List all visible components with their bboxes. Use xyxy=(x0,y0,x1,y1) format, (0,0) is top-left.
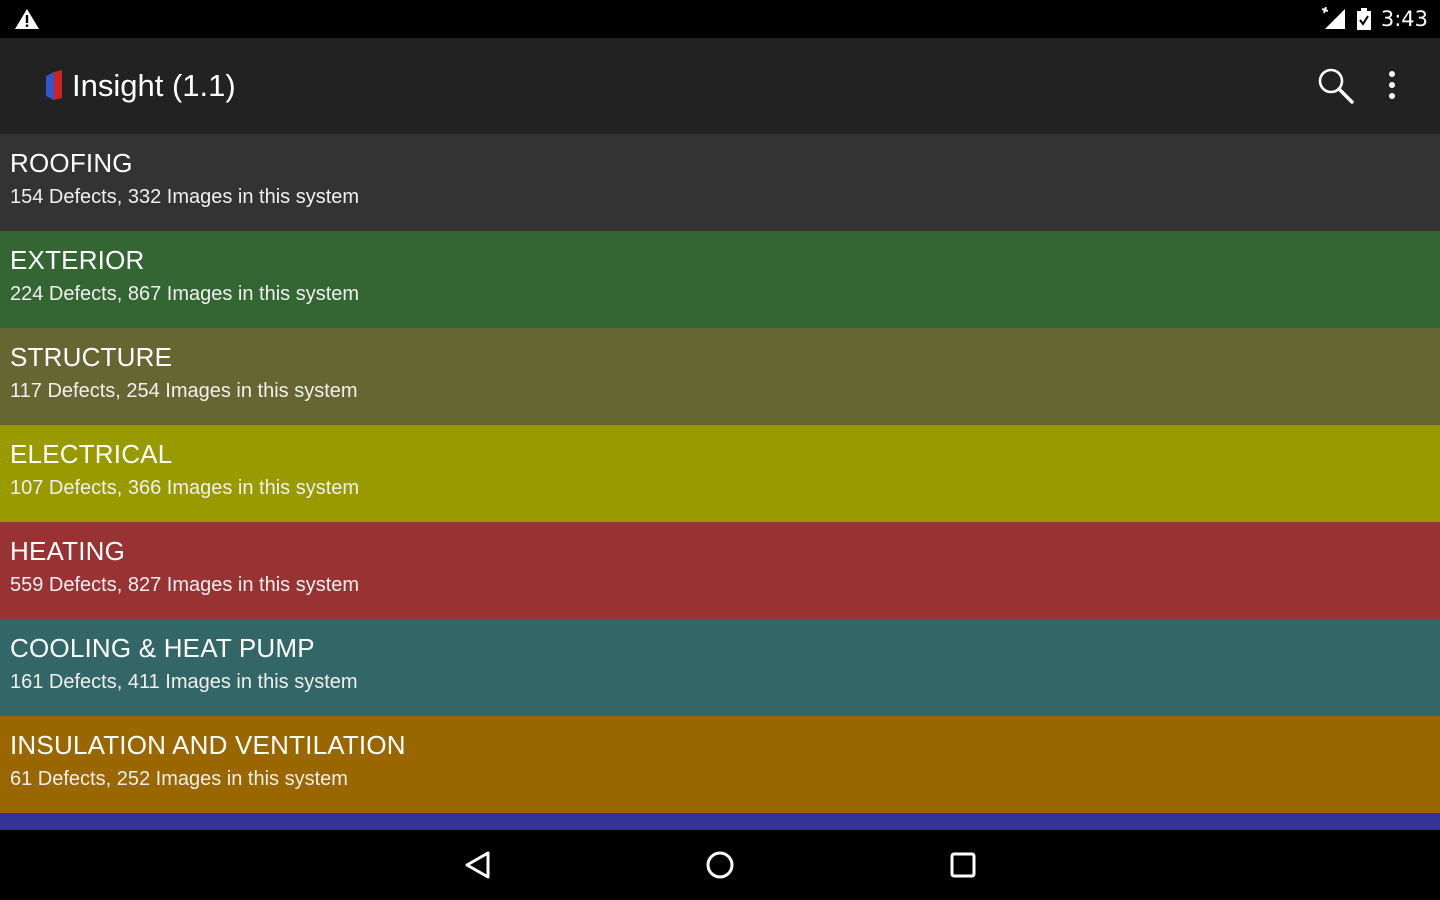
status-indicators: 3:43 xyxy=(1319,0,1428,38)
system-row-exterior[interactable]: EXTERIOR 224 Defects, 867 Images in this… xyxy=(0,231,1440,328)
system-row-roofing[interactable]: ROOFING 154 Defects, 332 Images in this … xyxy=(0,134,1440,231)
system-row-structure[interactable]: STRUCTURE 117 Defects, 254 Images in thi… xyxy=(0,328,1440,425)
status-time: 3:43 xyxy=(1380,7,1428,31)
battery-icon xyxy=(1356,8,1371,30)
signal-icon xyxy=(1321,7,1345,29)
system-name: ROOFING xyxy=(10,148,133,178)
system-name: COOLING & HEAT PUMP xyxy=(10,633,315,663)
system-summary: 559 Defects, 827 Images in this system xyxy=(10,574,360,596)
system-name: ELECTRICAL xyxy=(10,439,173,469)
navigation-bar xyxy=(0,830,1440,900)
system-row-heating[interactable]: HEATING 559 Defects, 827 Images in this … xyxy=(0,522,1440,619)
back-icon[interactable] xyxy=(458,845,498,885)
screen: 3:43 Insight (1.1) ROOFING 154 Defects, … xyxy=(0,0,1440,900)
status-bar: 3:43 xyxy=(0,0,1440,38)
home-icon[interactable] xyxy=(700,845,740,885)
app-logo-icon xyxy=(46,70,62,100)
system-summary: 224 Defects, 867 Images in this system xyxy=(10,283,360,305)
system-row-cooling-heat-pump[interactable]: COOLING & HEAT PUMP 161 Defects, 411 Ima… xyxy=(0,619,1440,716)
system-summary: 61 Defects, 252 Images in this system xyxy=(10,768,348,790)
recents-icon[interactable] xyxy=(943,845,983,885)
system-summary: 154 Defects, 332 Images in this system xyxy=(10,186,360,208)
system-name: EXTERIOR xyxy=(10,245,145,275)
system-name: STRUCTURE xyxy=(10,342,173,372)
system-summary: 117 Defects, 254 Images in this system xyxy=(10,380,358,402)
app-title: Insight (1.1) xyxy=(72,68,236,103)
system-row-partial[interactable] xyxy=(0,813,1440,830)
system-row-insulation-ventilation[interactable]: INSULATION AND VENTILATION 61 Defects, 2… xyxy=(0,716,1440,813)
app-bar: Insight (1.1) xyxy=(0,38,1440,134)
overflow-menu-icon[interactable] xyxy=(1376,64,1408,108)
system-summary: 161 Defects, 411 Images in this system xyxy=(10,671,358,693)
system-name: HEATING xyxy=(10,536,126,566)
system-list: ROOFING 154 Defects, 332 Images in this … xyxy=(0,134,1440,830)
warning-icon xyxy=(15,9,39,29)
system-row-electrical[interactable]: ELECTRICAL 107 Defects, 366 Images in th… xyxy=(0,425,1440,522)
search-icon[interactable] xyxy=(1314,64,1358,108)
system-summary: 107 Defects, 366 Images in this system xyxy=(10,477,360,499)
system-name: INSULATION AND VENTILATION xyxy=(10,730,406,760)
